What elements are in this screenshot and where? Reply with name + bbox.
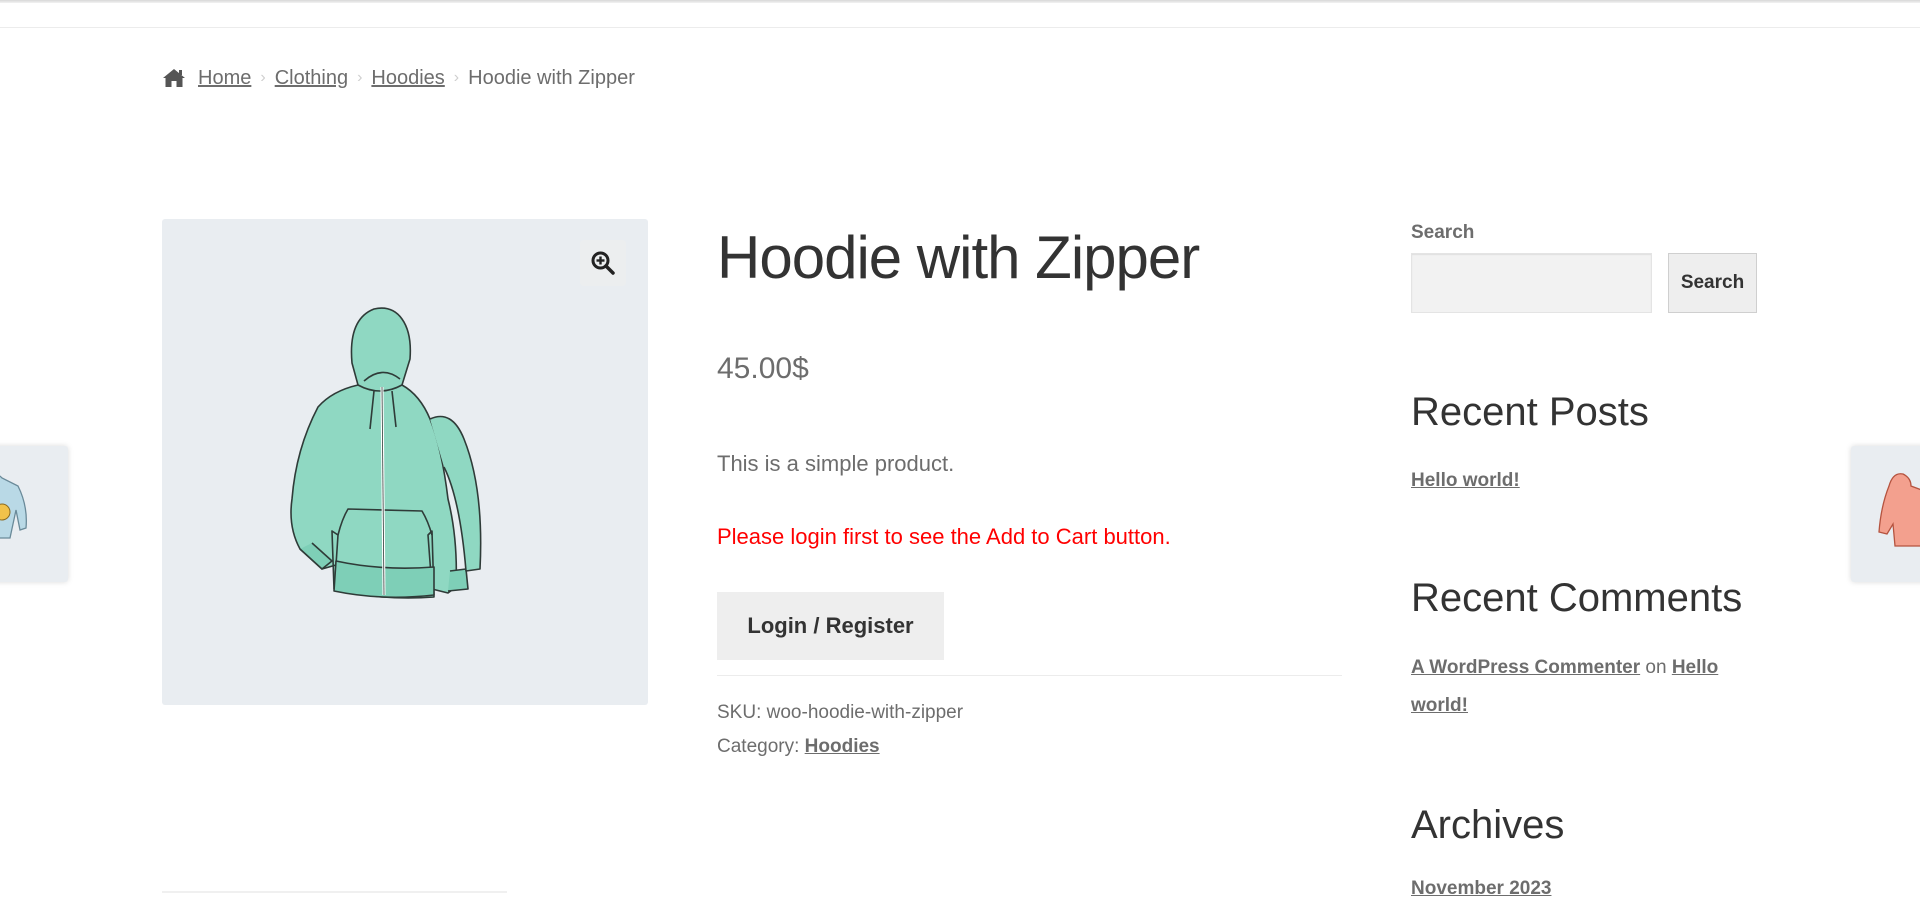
breadcrumb-clothing[interactable]: Clothing (275, 64, 348, 92)
gallery-zoom-button[interactable] (580, 240, 626, 286)
breadcrumb: Home › Clothing › Hoodies › Hoodie with … (162, 64, 635, 92)
chevron-right-icon: › (453, 69, 460, 86)
previous-product-thumbnail[interactable] (0, 446, 68, 582)
home-icon (163, 69, 185, 87)
zoom-in-icon (591, 251, 615, 275)
blue-hoodie-image (0, 475, 27, 539)
product-description: This is a simple product. (717, 451, 955, 476)
category-link[interactable]: Hoodies (805, 736, 880, 757)
search-label: Search (1411, 222, 1475, 243)
next-product-thumbnail[interactable] (1851, 446, 1920, 582)
recent-comment-item: A WordPress Commenter on Hello world! (1411, 649, 1741, 725)
top-shadow (0, 0, 1920, 3)
search-input[interactable] (1411, 253, 1652, 313)
product-gallery (162, 219, 648, 705)
sku-label: SKU: (717, 702, 762, 723)
recent-comments-title: Recent Comments (1411, 576, 1743, 620)
login-notice: Please login first to see the Add to Car… (717, 524, 1171, 549)
sku-value: woo-hoodie-with-zipper (766, 702, 964, 723)
recent-posts-title: Recent Posts (1411, 390, 1649, 434)
search-button[interactable]: Search (1668, 253, 1757, 313)
product-category: Category: Hoodies (717, 736, 880, 758)
product-sku: SKU: woo-hoodie-with-zipper (717, 702, 963, 724)
breadcrumb-current: Hoodie with Zipper (468, 67, 635, 89)
product-image[interactable] (252, 299, 552, 619)
pink-hoodie-image (1878, 473, 1920, 547)
chevron-right-icon: › (357, 69, 363, 86)
archives-title: Archives (1411, 803, 1565, 847)
breadcrumb-home[interactable]: Home (198, 64, 251, 92)
chevron-right-icon: › (260, 69, 266, 86)
comment-author-link[interactable]: A WordPress Commenter (1411, 657, 1640, 678)
section-divider (162, 891, 507, 893)
product-title: Hoodie with Zipper (717, 224, 1200, 291)
recent-post-link[interactable]: Hello world! (1411, 462, 1520, 500)
breadcrumb-hoodies[interactable]: Hoodies (371, 64, 444, 92)
category-label: Category: (717, 736, 800, 757)
header-divider (0, 27, 1920, 28)
archive-link[interactable]: November 2023 (1411, 878, 1551, 900)
comment-connector: on (1645, 657, 1667, 678)
product-price: 45.00$ (717, 352, 809, 385)
product-meta-divider (717, 675, 1342, 676)
login-register-button[interactable]: Login / Register (717, 592, 944, 660)
